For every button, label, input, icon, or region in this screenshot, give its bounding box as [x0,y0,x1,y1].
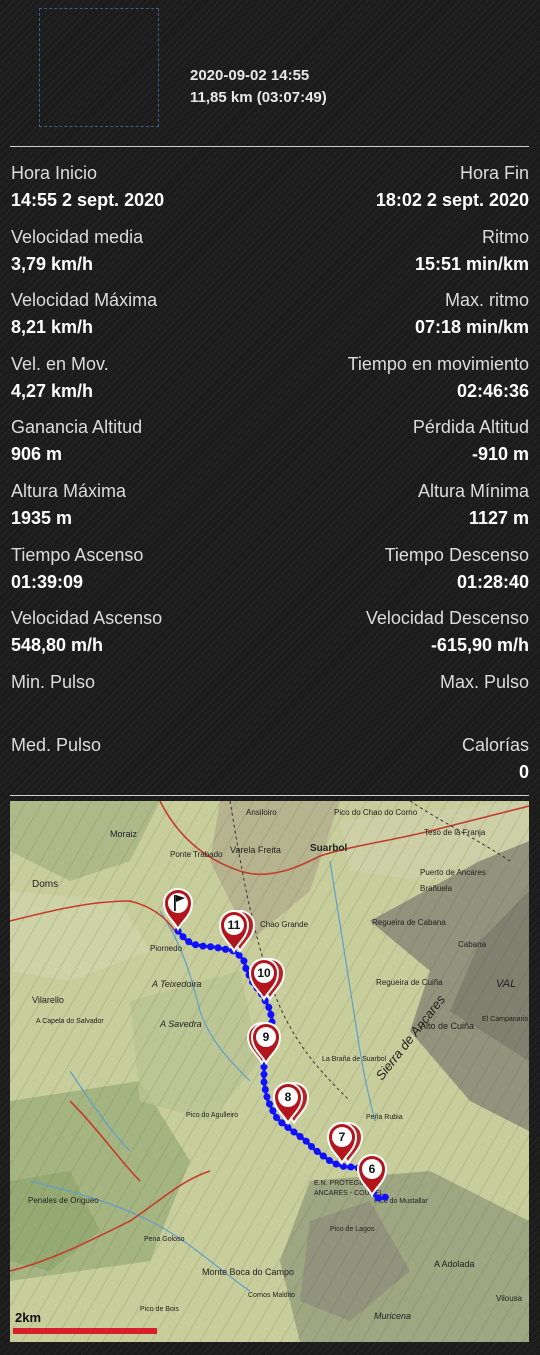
track-summary: 11,85 km (03:07:49) [190,89,327,106]
stats-row: Altura Máxima 1935 m Altura Mínima 1127 m [0,478,540,542]
stat-value: 18:02 2 sept. 2020 [375,190,529,210]
stat-label: Min. Pulso [11,671,96,692]
stats-row: Velocidad media 3,79 km/h Ritmo 15:51 min/… [0,224,540,288]
map-label: Vilousa [496,1294,523,1303]
map-label: Moraiz [110,829,138,839]
stat-label: Max. ritmo [444,290,529,311]
track-header-text: 2020-09-02 14:55 11,85 km (03:07:49) [190,65,327,109]
route-map[interactable]: Ansiloiro Pico do Chao do Corno Teso de … [10,801,529,1342]
marker-label: 6 [369,1162,376,1176]
stat-label: Med. Pulso [11,735,102,756]
stat-value: 02:46:36 [456,380,529,401]
stats-row: Velocidad Ascenso 548,80 m/h Velocidad De… [0,605,540,669]
stats-grid: Hora Inicio 14:55 2 sept. 2020 Hora Fin 18… [0,160,540,796]
divider-top [10,146,529,147]
map-label: Teso de la Franja [424,828,486,837]
track-header: 2020-09-02 14:55 11,85 km (03:07:49) [0,0,540,146]
map-label: Pico de Bois [140,1306,179,1313]
scale-label: 2km [15,1310,41,1325]
stats-row: Tiempo Ascenso 01:39:09 Tiempo Descenso 01… [0,542,540,606]
map-label: A Adolada [434,1259,475,1269]
stat-label: Velocidad Descenso [365,608,529,629]
scale-bar [13,1328,157,1334]
stat-value: -615,90 m/h [430,635,529,656]
map-label: Regueira de Cabana [372,918,446,927]
stat-label: Tiempo Ascenso [11,544,144,565]
map-label: A Teixedoira [151,979,201,989]
stat-label: Velocidad Ascenso [11,608,163,629]
stat-label: Ganancia Altitud [11,417,143,438]
map-label: VAL [496,978,516,990]
stats-row: Vel. en Mov. 4,27 km/h Tiempo en movimien… [0,351,540,415]
marker-label: 11 [228,918,241,932]
map-label: Pico do Chao do Corno [334,808,418,817]
map-label: Piornedo [150,944,183,953]
stats-row: Ganancia Altitud 906 m Pérdida Altitud -91… [0,414,540,478]
map-label: Suarbol [310,843,347,854]
stat-value: 01:39:09 [11,571,84,592]
map-label: Cabana [458,940,487,949]
map-label: A Capela do Salvador [36,1018,104,1025]
map-label: Cornos Maldito [248,1292,295,1299]
stats-row: Min. Pulso Max. Pulso [0,669,540,733]
map-label: Brañuela [420,884,453,893]
flag-icon [174,895,176,911]
stat-value: 548,80 m/h [11,635,104,656]
stats-row: Med. Pulso Calorías 0 [0,732,540,796]
map-label: Doms [32,879,58,890]
track-datetime: 2020-09-02 14:55 [190,67,310,84]
map-label: Monte Boca do Campo [202,1267,294,1277]
stats-row: Hora Inicio 14:55 2 sept. 2020 Hora Fin 18… [0,160,540,224]
map-label: Ponte Trabado [170,850,223,859]
stat-value: 906 m [11,444,63,465]
map-label: Vilarello [32,995,64,1005]
stat-label: Velocidad Máxima [11,290,158,311]
stat-value: 14:55 2 sept. 2020 [11,190,165,210]
stat-value: 1127 m [468,507,529,528]
stat-label: Ritmo [481,226,529,247]
marker-label: 7 [339,1130,346,1144]
stat-label: Hora Inicio [11,163,98,183]
stat-label: Hora Fin [459,163,529,183]
stat-label: Pérdida Altitud [412,417,529,438]
stat-value: 8,21 km/h [11,317,94,338]
stat-value: 15:51 min/km [414,253,529,274]
map-label: Chao Grande [260,920,309,929]
stat-label: Tiempo Descenso [384,544,529,565]
stat-value: 1935 m [11,507,73,528]
map-label: Pico de Lagos [330,1226,375,1233]
stat-label: Velocidad media [11,226,144,247]
stat-value: 3,79 km/h [11,253,94,274]
map-label: Penales de Origueo [28,1196,99,1205]
map-label: Puerto de Ancares [420,868,486,877]
marker-label: 8 [285,1090,292,1104]
track-thumbnail-placeholder [39,8,159,127]
map-label: Varela Freita [230,845,281,855]
map-label: Pena Goloso [144,1236,185,1243]
stat-value: 07:18 min/km [414,317,529,338]
stat-label: Tiempo en movimiento [347,353,529,374]
map-label: La Braña de Suarbol [322,1056,387,1063]
marker-label: 9 [263,1030,270,1044]
marker-label: 10 [257,966,271,980]
stat-label: Altura Mínima [417,480,529,501]
map-label: Muricena [374,1311,411,1321]
map-label: A Savedra [159,1019,202,1029]
map-label: El Campanario [482,1016,528,1023]
stat-value: 0 [518,762,529,783]
map-label: Pico do Agulleiro [186,1112,238,1119]
map-label: Regueira de Cuiña [376,978,443,987]
route-map-canvas[interactable]: Ansiloiro Pico do Chao do Corno Teso de … [10,801,529,1342]
stats-row: Velocidad Máxima 8,21 km/h Max. ritmo 07:1… [0,287,540,351]
stat-label: Max. Pulso [439,671,529,692]
map-label: Peña Rubia [366,1114,403,1121]
stat-value: -910 m [471,444,529,465]
stat-value: 4,27 km/h [11,380,94,401]
stat-label: Vel. en Mov. [11,353,109,374]
stat-label: Altura Máxima [11,480,127,501]
stat-label: Calorías [461,735,529,756]
map-label: Ansiloiro [246,808,277,817]
stat-value: 01:28:40 [456,571,529,592]
divider-bottom [10,795,529,796]
